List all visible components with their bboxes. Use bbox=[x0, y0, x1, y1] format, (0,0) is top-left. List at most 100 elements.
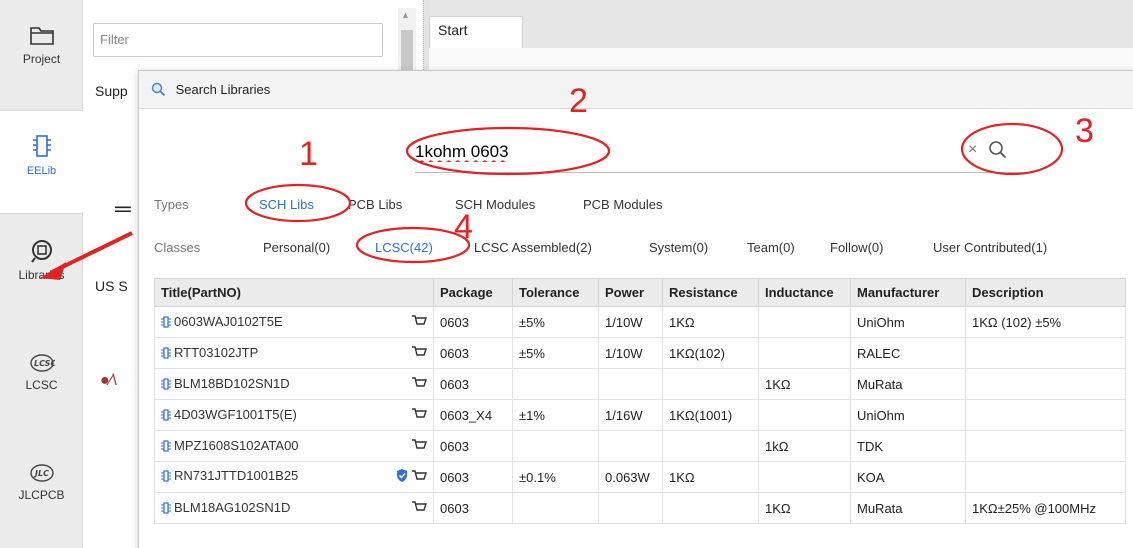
cell-title[interactable]: BLM18BD102SN1D bbox=[154, 368, 434, 400]
class-lcsc-assembled[interactable]: LCSC Assembled(2) bbox=[474, 240, 592, 255]
class-lcsc[interactable]: LCSC(42) bbox=[375, 240, 433, 255]
cell-power bbox=[598, 492, 663, 524]
col-power[interactable]: Power bbox=[598, 278, 663, 307]
col-manufacturer[interactable]: Manufacturer bbox=[850, 278, 966, 307]
cell-resistance: 1KΩ(1001) bbox=[662, 399, 759, 431]
folder-icon bbox=[29, 27, 54, 45]
type-sch-libs[interactable]: SCH Libs bbox=[259, 197, 314, 212]
cell-inductance bbox=[758, 306, 851, 338]
cart-icon[interactable] bbox=[411, 438, 427, 452]
cell-description bbox=[965, 461, 1126, 493]
table-row[interactable]: 4D03WGF1001T5(E) 0603_X4 ±1% 1/16W 1KΩ(1001)… bbox=[154, 399, 1126, 431]
class-personal[interactable]: Personal(0) bbox=[263, 240, 330, 255]
rail-item-eelib[interactable]: EELib bbox=[0, 110, 83, 214]
cell-tolerance: ±5% bbox=[512, 306, 599, 338]
col-inductance[interactable]: Inductance bbox=[758, 278, 851, 307]
cell-power: 1/10W bbox=[598, 306, 663, 338]
table-header-row: Title(PartNO) Package Tolerance Power Re… bbox=[154, 278, 1126, 307]
scroll-up-arrow-icon[interactable]: ▲ bbox=[401, 10, 410, 20]
cell-title[interactable]: 4D03WGF1001T5(E) bbox=[154, 399, 434, 431]
annotation-number-1: 1 bbox=[299, 135, 318, 173]
cell-title[interactable]: 0603WAJ0102T5E bbox=[154, 306, 434, 338]
cell-inductance: 1kΩ bbox=[758, 430, 851, 462]
table-row[interactable]: MPZ1608S102ATA00 0603 1kΩ TDK bbox=[154, 430, 1126, 462]
annotation-number-2: 2 bbox=[569, 82, 588, 120]
rail-item-project[interactable]: Project bbox=[0, 22, 83, 66]
rail-item-lcsc[interactable]: LCSC LCSC bbox=[0, 352, 83, 392]
cell-resistance bbox=[662, 492, 759, 524]
rail-label-jlcpcb: JLCPCB bbox=[18, 488, 65, 502]
cell-resistance: 1KΩ(102) bbox=[662, 337, 759, 369]
cell-power: 1/10W bbox=[598, 337, 663, 369]
cell-tolerance: ±5% bbox=[512, 337, 599, 369]
cell-resistance: 1KΩ bbox=[662, 461, 759, 493]
cell-inductance bbox=[758, 399, 851, 431]
clear-icon[interactable]: × bbox=[968, 141, 977, 159]
component-icon bbox=[161, 408, 171, 421]
col-resistance[interactable]: Resistance bbox=[662, 278, 759, 307]
cart-icon[interactable] bbox=[411, 500, 427, 514]
cart-icon[interactable] bbox=[411, 314, 427, 328]
cell-inductance bbox=[758, 337, 851, 369]
panel-scrollbar-thumb[interactable] bbox=[401, 30, 413, 74]
col-tolerance[interactable]: Tolerance bbox=[512, 278, 599, 307]
cell-inductance: 1KΩ bbox=[758, 368, 851, 400]
col-package[interactable]: Package bbox=[433, 278, 513, 307]
rail-label-eelib: EELib bbox=[26, 165, 57, 177]
cart-icon[interactable] bbox=[411, 407, 427, 421]
rail-label-project: Project bbox=[22, 52, 61, 66]
cell-title[interactable]: RN731JTTD1001B25 bbox=[154, 461, 434, 493]
component-icon bbox=[161, 346, 171, 359]
col-title[interactable]: Title(PartNO) bbox=[154, 278, 434, 307]
table-row[interactable]: BLM18BD102SN1D 0603 1KΩ MuRata bbox=[154, 368, 1126, 400]
cart-icon[interactable] bbox=[411, 376, 427, 390]
search-libraries-dialog: Search Libraries × Types SCH Libs PCB Li… bbox=[138, 70, 1133, 548]
left-rail: Project EELib Libraries LCSC LCSC JLC JL… bbox=[0, 0, 83, 548]
class-system[interactable]: System(0) bbox=[649, 240, 708, 255]
cell-tolerance: ±0.1% bbox=[512, 461, 599, 493]
cell-inductance: 1KΩ bbox=[758, 492, 851, 524]
cell-title[interactable]: MPZ1608S102ATA00 bbox=[154, 430, 434, 462]
svg-text:JLC: JLC bbox=[33, 469, 49, 478]
cell-package: 0603 bbox=[433, 461, 513, 493]
type-pcb-modules[interactable]: PCB Modules bbox=[583, 197, 662, 212]
table-row[interactable]: 0603WAJ0102T5E 0603 ±5% 1/10W 1KΩ UniOhm 1KΩ (… bbox=[154, 306, 1126, 338]
table-row[interactable]: RTT03102JTP 0603 ±5% 1/10W 1KΩ(102) RALEC bbox=[154, 337, 1126, 369]
rail-item-jlcpcb[interactable]: JLC JLCPCB bbox=[0, 462, 83, 502]
cell-title[interactable]: BLM18AG102SN1D bbox=[154, 492, 434, 524]
search-input[interactable] bbox=[415, 139, 935, 165]
filter-input[interactable]: Filter bbox=[93, 23, 383, 57]
cell-manufacturer: UniOhm bbox=[850, 306, 966, 338]
cell-power bbox=[598, 430, 663, 462]
cell-description bbox=[965, 337, 1126, 369]
search-field[interactable]: × bbox=[415, 131, 1025, 173]
cell-title[interactable]: RTT03102JTP bbox=[154, 337, 434, 369]
table-row[interactable]: BLM18AG102SN1D 0603 1KΩ MuRata 1KΩ±25% @100M… bbox=[154, 492, 1126, 524]
cart-icon[interactable] bbox=[411, 345, 427, 359]
jlc-logo-icon: JLC bbox=[29, 464, 54, 482]
dialog-title: Search Libraries bbox=[175, 82, 271, 97]
cell-manufacturer: MuRata bbox=[850, 368, 966, 400]
results-table: Title(PartNO) Package Tolerance Power Re… bbox=[154, 278, 1126, 524]
search-button-icon[interactable] bbox=[987, 139, 1009, 161]
verified-shield-icon bbox=[397, 469, 407, 482]
table-row[interactable]: RN731JTTD1001B25 0603 ±0.1% 0.063W 1KΩ KOA bbox=[154, 461, 1126, 493]
part-number: BLM18BD102SN1D bbox=[174, 375, 290, 391]
class-team[interactable]: Team(0) bbox=[747, 240, 795, 255]
class-user-contributed[interactable]: User Contributed(1) bbox=[933, 240, 1047, 255]
class-follow[interactable]: Follow(0) bbox=[830, 240, 883, 255]
part-number: BLM18AG102SN1D bbox=[174, 499, 291, 515]
tab-start[interactable]: Start bbox=[429, 16, 523, 48]
lcsc-logo-icon: LCSC bbox=[29, 354, 55, 372]
cell-description: 1KΩ (102) ±5% bbox=[965, 306, 1126, 338]
search-icon bbox=[151, 82, 166, 97]
cell-resistance bbox=[662, 430, 759, 462]
cell-manufacturer: UniOhm bbox=[850, 399, 966, 431]
type-pcb-libs[interactable]: PCB Libs bbox=[348, 197, 402, 212]
cell-package: 0603 bbox=[433, 368, 513, 400]
col-description[interactable]: Description bbox=[965, 278, 1126, 307]
cart-icon[interactable] bbox=[411, 469, 427, 483]
rail-item-libraries[interactable]: Libraries bbox=[0, 238, 83, 282]
cell-power: 1/16W bbox=[598, 399, 663, 431]
cell-tolerance: ±1% bbox=[512, 399, 599, 431]
